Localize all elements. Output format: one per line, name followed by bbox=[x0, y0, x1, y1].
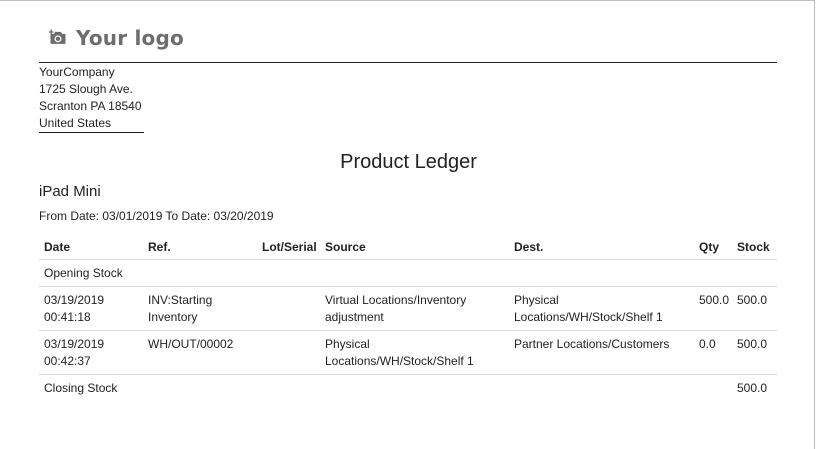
camera-icon bbox=[48, 29, 66, 44]
row-date-time: 00:42:37 bbox=[44, 354, 91, 368]
product-name: iPad Mini bbox=[39, 183, 101, 200]
row-qty: 0.0 bbox=[694, 330, 732, 375]
logo-text: Your logo bbox=[76, 26, 184, 50]
header-lot: Lot/Serial bbox=[257, 234, 320, 260]
company-name: YourCompany bbox=[39, 65, 115, 79]
row-source-line1: Virtual Locations/Inventory bbox=[325, 293, 467, 307]
header-divider bbox=[39, 62, 777, 63]
company-city: Scranton PA 18540 bbox=[39, 99, 142, 113]
row-lot bbox=[257, 286, 320, 331]
row-stock: 500.0 bbox=[732, 330, 777, 375]
closing-stock-row: Closing Stock 500.0 bbox=[39, 375, 777, 402]
row-dest: Physical Locations/WH/Stock/Shelf 1 bbox=[509, 286, 694, 331]
row-dest-line1: Physical bbox=[514, 293, 559, 307]
row-source: Physical Locations/WH/Stock/Shelf 1 bbox=[320, 330, 509, 375]
header-date: Date bbox=[39, 234, 143, 260]
row-source-line2: Locations/WH/Stock/Shelf 1 bbox=[325, 354, 474, 368]
row-ref: INV:Starting Inventory bbox=[143, 286, 257, 331]
row-dest-line1: Partner Locations/Customers bbox=[514, 337, 670, 351]
row-date-day: 03/19/2019 bbox=[44, 337, 105, 351]
row-ref-line1: WH/OUT/00002 bbox=[148, 337, 234, 351]
company-address: YourCompany 1725 Slough Ave. Scranton PA… bbox=[39, 64, 144, 133]
report-title: Product Ledger bbox=[340, 151, 477, 173]
row-ref-line1: INV:Starting bbox=[148, 293, 213, 307]
row-lot bbox=[257, 330, 320, 375]
row-date-day: 03/19/2019 bbox=[44, 293, 105, 307]
opening-stock-label: Opening Stock bbox=[39, 259, 777, 287]
ledger-table: Date Ref. Lot/Serial Source Dest. Qty St… bbox=[39, 234, 777, 401]
header-ref: Ref. bbox=[143, 234, 257, 260]
header-qty: Qty bbox=[694, 234, 732, 260]
company-country: United States bbox=[39, 115, 144, 133]
table-row: 03/19/2019 00:42:37 WH/OUT/00002 Physica… bbox=[39, 330, 777, 375]
date-range: From Date: 03/01/2019 To Date: 03/20/201… bbox=[39, 209, 274, 223]
row-date: 03/19/2019 00:42:37 bbox=[39, 330, 143, 375]
row-ref: WH/OUT/00002 bbox=[143, 330, 257, 375]
company-street: 1725 Slough Ave. bbox=[39, 82, 133, 96]
table-row: 03/19/2019 00:41:18 INV:Starting Invento… bbox=[39, 286, 777, 331]
table-header-row: Date Ref. Lot/Serial Source Dest. Qty St… bbox=[39, 234, 777, 260]
row-dest-line2: Locations/WH/Stock/Shelf 1 bbox=[514, 310, 663, 324]
row-dest: Partner Locations/Customers bbox=[509, 330, 694, 375]
row-source-line1: Physical bbox=[325, 337, 370, 351]
header-stock: Stock bbox=[732, 234, 777, 260]
row-ref-line2: Inventory bbox=[148, 310, 198, 324]
row-date: 03/19/2019 00:41:18 bbox=[39, 286, 143, 331]
closing-stock-value: 500.0 bbox=[737, 380, 768, 395]
row-stock: 500.0 bbox=[732, 286, 777, 331]
row-source: Virtual Locations/Inventory adjustment bbox=[320, 286, 509, 331]
header-dest: Dest. bbox=[509, 234, 694, 260]
row-date-time: 00:41:18 bbox=[44, 310, 91, 324]
header-source: Source bbox=[320, 234, 509, 260]
closing-stock-label: Closing Stock bbox=[44, 380, 118, 395]
opening-stock-row: Opening Stock bbox=[39, 259, 777, 287]
company-logo: Your logo bbox=[48, 26, 184, 50]
row-qty: 500.0 bbox=[694, 286, 732, 331]
row-source-line2: adjustment bbox=[325, 310, 384, 324]
